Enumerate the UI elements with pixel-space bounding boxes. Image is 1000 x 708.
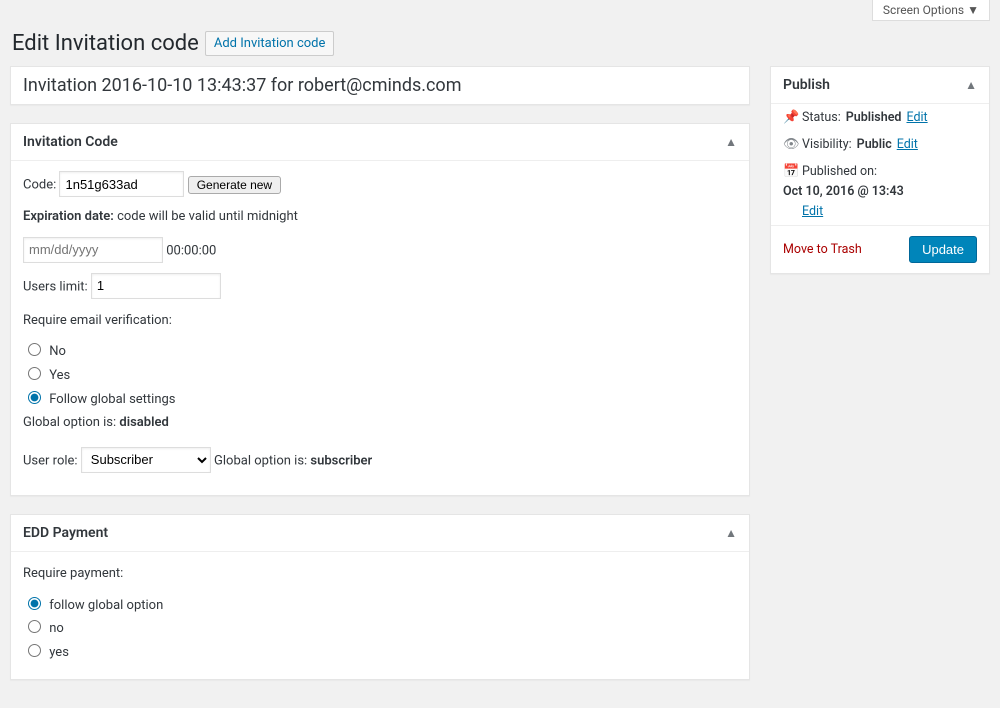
- pin-icon: 📌: [783, 110, 797, 125]
- verify-radio-follow[interactable]: [28, 391, 41, 404]
- post-title: Invitation 2016-10-10 13:43:37 for rober…: [10, 66, 750, 105]
- verify-option-follow[interactable]: Follow global settings: [23, 388, 737, 412]
- screen-options-button[interactable]: Screen Options ▼: [872, 0, 990, 21]
- edd-payment-box: EDD Payment ▲ Require payment: follow gl…: [10, 514, 750, 680]
- user-role-label: User role:: [23, 453, 78, 468]
- invitation-code-box: Invitation Code ▲ Code: Generate new Exp…: [10, 123, 750, 496]
- generate-button[interactable]: Generate new: [188, 176, 281, 194]
- chevron-up-icon[interactable]: ▲: [725, 526, 737, 540]
- expiration-date-input[interactable]: [23, 237, 163, 263]
- status-value: Published: [846, 110, 902, 125]
- verify-radio-yes[interactable]: [28, 367, 41, 380]
- global-verify-value: disabled: [119, 415, 168, 430]
- payment-radio-follow[interactable]: [28, 597, 41, 610]
- calendar-icon: 📅: [783, 164, 797, 179]
- edd-title: EDD Payment: [23, 525, 108, 541]
- visibility-icon: 👁: [783, 137, 797, 152]
- code-label: Code:: [23, 177, 56, 192]
- visibility-label: Visibility:: [802, 137, 852, 152]
- payment-option-follow[interactable]: follow global option: [23, 594, 737, 618]
- verify-option-no[interactable]: No: [23, 340, 737, 364]
- publish-box: Publish ▲ 📌 Status: Published Edit 👁 Vis…: [770, 66, 990, 274]
- payment-radio-yes[interactable]: [28, 644, 41, 657]
- expiration-label: Expiration date:: [23, 209, 114, 224]
- expiration-time-hint: 00:00:00: [166, 243, 216, 258]
- global-role-text: Global option is:: [214, 453, 307, 468]
- require-payment-label: Require payment:: [23, 566, 123, 581]
- published-label: Published on:: [802, 164, 877, 179]
- chevron-down-icon: ▼: [967, 3, 979, 17]
- code-input[interactable]: [59, 171, 184, 197]
- verify-option-yes[interactable]: Yes: [23, 364, 737, 388]
- status-edit-link[interactable]: Edit: [906, 110, 927, 125]
- global-role-value: subscriber: [310, 453, 372, 468]
- verify-radio-no[interactable]: [28, 343, 41, 356]
- global-verify-text: Global option is:: [23, 415, 116, 430]
- expiration-hint: code will be valid until midnight: [117, 209, 298, 224]
- visibility-value: Public: [857, 137, 892, 152]
- published-edit-link[interactable]: Edit: [802, 204, 977, 219]
- chevron-up-icon[interactable]: ▲: [965, 78, 977, 92]
- page-title: Edit Invitation code: [12, 31, 199, 56]
- published-value: Oct 10, 2016 @ 13:43: [783, 184, 904, 199]
- status-label: Status:: [802, 110, 841, 125]
- add-invitation-button[interactable]: Add Invitation code: [205, 31, 335, 56]
- invitation-code-title: Invitation Code: [23, 134, 118, 150]
- users-limit-label: Users limit:: [23, 279, 88, 294]
- user-role-select[interactable]: Subscriber: [81, 447, 211, 473]
- users-limit-input[interactable]: [91, 273, 221, 299]
- screen-options-label: Screen Options: [883, 3, 964, 17]
- visibility-edit-link[interactable]: Edit: [897, 137, 918, 152]
- require-verify-label: Require email verification:: [23, 313, 172, 328]
- update-button[interactable]: Update: [909, 236, 977, 263]
- move-to-trash-link[interactable]: Move to Trash: [783, 242, 862, 257]
- payment-option-no[interactable]: no: [23, 617, 737, 641]
- chevron-up-icon[interactable]: ▲: [725, 135, 737, 149]
- payment-option-yes[interactable]: yes: [23, 641, 737, 665]
- publish-title: Publish: [783, 77, 830, 93]
- payment-radio-no[interactable]: [28, 620, 41, 633]
